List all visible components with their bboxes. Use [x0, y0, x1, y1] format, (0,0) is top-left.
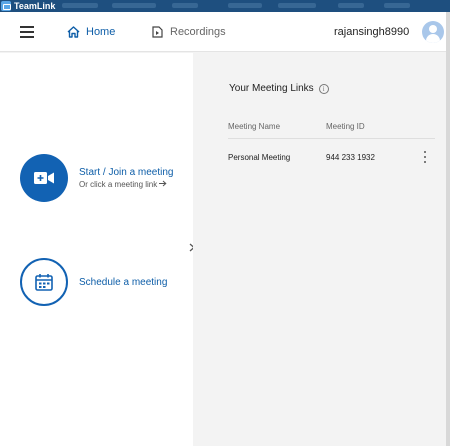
app-window: Home Recordings rajansingh8990 Start / J…	[0, 12, 446, 446]
start-join-meeting-button[interactable]: Start / Join a meeting Or click a meetin…	[20, 154, 174, 202]
user-avatar-icon[interactable]	[422, 21, 444, 43]
window-title: TeamLink	[14, 1, 56, 11]
video-camera-plus-icon	[20, 154, 68, 202]
column-header-meeting-id: Meeting ID	[326, 122, 365, 131]
nav-recordings-label: Recordings	[170, 26, 226, 38]
calendar-icon	[20, 258, 68, 306]
titlebar-blurred-text	[62, 3, 98, 8]
username-label[interactable]: rajansingh8990	[334, 26, 409, 38]
meeting-links-title: Your Meeting Links	[229, 83, 314, 94]
start-join-title: Start / Join a meeting	[79, 166, 174, 178]
meeting-link-hint[interactable]: Or click a meeting link	[79, 179, 174, 191]
top-header: Home Recordings rajansingh8990	[0, 12, 446, 52]
home-icon	[67, 26, 80, 38]
meeting-links-heading: Your Meeting Links i	[229, 83, 329, 94]
teamlink-logo-icon	[1, 1, 11, 11]
nav-home[interactable]: Home	[67, 22, 115, 42]
titlebar-blurred-text	[278, 3, 316, 8]
more-vertical-icon[interactable]	[422, 151, 428, 163]
recordings-icon	[152, 26, 163, 38]
nav-recordings[interactable]: Recordings	[152, 22, 226, 42]
table-header: Meeting Name Meeting ID	[228, 117, 435, 139]
meeting-links-table: Meeting Name Meeting ID Personal Meeting…	[228, 117, 435, 173]
arrow-right-icon	[159, 180, 168, 186]
titlebar-blurred-text	[112, 3, 156, 8]
titlebar-blurred-text	[172, 3, 198, 8]
left-actions-panel: Start / Join a meeting Or click a meetin…	[0, 53, 193, 446]
schedule-meeting-button[interactable]: Schedule a meeting	[20, 258, 167, 306]
column-header-meeting-name: Meeting Name	[228, 122, 281, 131]
titlebar-blurred-text	[228, 3, 262, 8]
window-titlebar: TeamLink	[0, 0, 450, 12]
titlebar-blurred-text	[384, 3, 410, 8]
info-icon[interactable]: i	[318, 83, 329, 94]
nav-home-label: Home	[86, 26, 116, 38]
meeting-name-cell: Personal Meeting	[228, 153, 291, 162]
meeting-link-hint-text: Or click a meeting link	[79, 179, 158, 189]
schedule-title: Schedule a meeting	[79, 276, 168, 288]
hamburger-menu-icon[interactable]	[20, 26, 36, 38]
table-row[interactable]: Personal Meeting 944 233 1932	[228, 139, 435, 173]
titlebar-blurred-text	[338, 3, 364, 8]
window-edge	[446, 12, 450, 446]
meeting-links-panel: Your Meeting Links i Meeting Name Meetin…	[193, 53, 446, 446]
meeting-id-cell: 944 233 1932	[326, 153, 375, 162]
